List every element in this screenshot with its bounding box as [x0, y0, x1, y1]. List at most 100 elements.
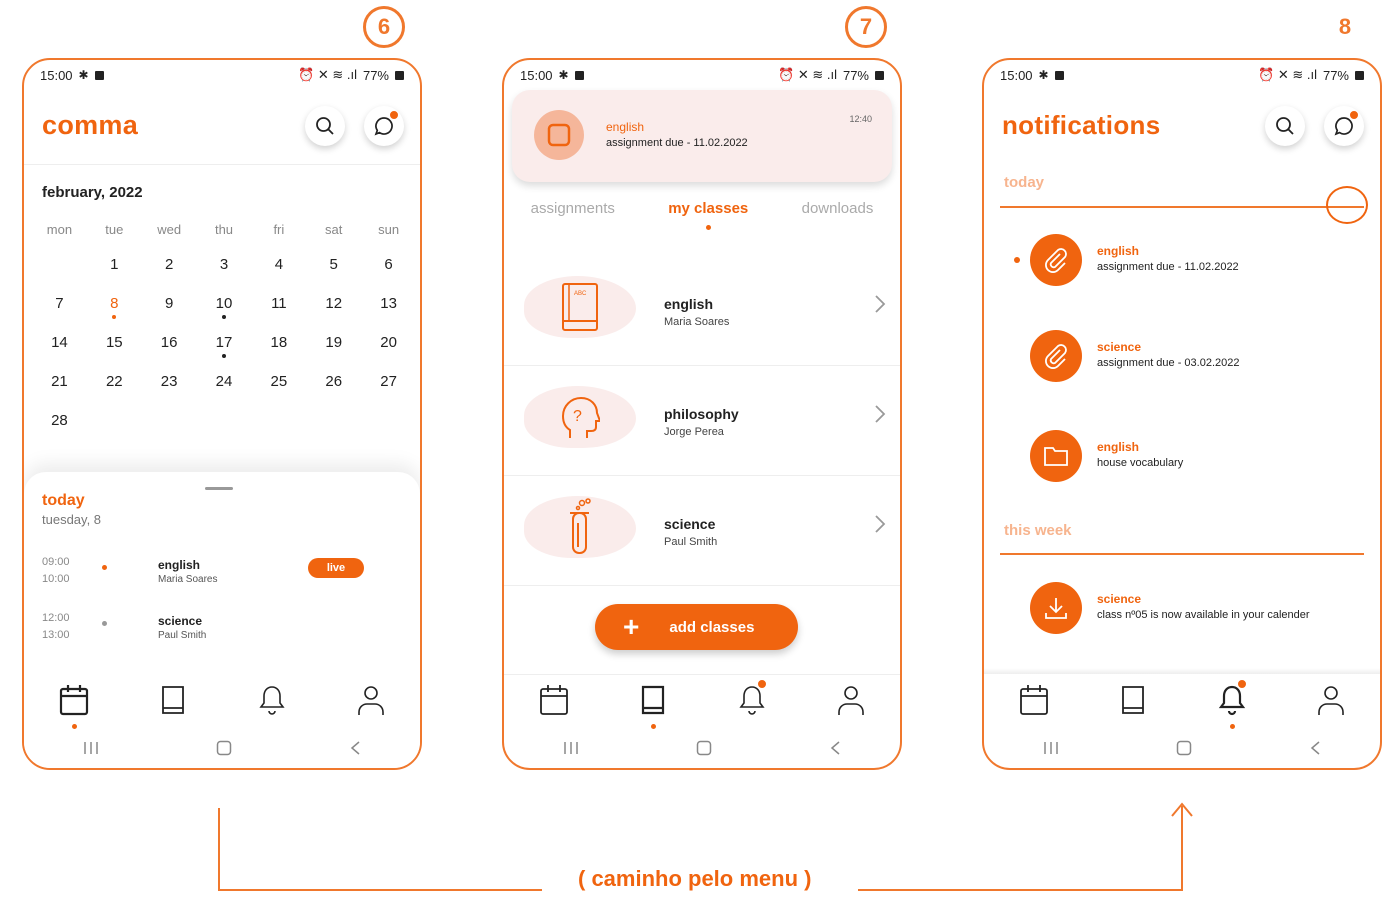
- calendar-day[interactable]: 6: [361, 256, 416, 295]
- calendar-day[interactable]: 12: [306, 295, 361, 334]
- nav-notifications[interactable]: [249, 677, 295, 723]
- paperclip-icon: [1045, 248, 1067, 273]
- nav-profile[interactable]: [1308, 677, 1354, 723]
- class-name: english: [664, 296, 714, 312]
- tab-my-classes[interactable]: my classes: [668, 200, 748, 230]
- calendar-day[interactable]: 15: [87, 334, 142, 373]
- calendar-day[interactable]: 13: [361, 295, 416, 334]
- calendar-day[interactable]: 14: [32, 334, 87, 373]
- battery-icon: [395, 70, 404, 80]
- system-nav: [24, 732, 420, 764]
- back-icon[interactable]: [829, 740, 841, 756]
- back-icon[interactable]: [1309, 740, 1321, 756]
- nav-profile[interactable]: [828, 677, 874, 723]
- recent-apps-icon[interactable]: [563, 741, 579, 755]
- day-number: 10: [215, 295, 233, 312]
- chat-button[interactable]: [1324, 106, 1364, 146]
- weekday-label: fri: [273, 222, 285, 237]
- notification-square-icon: [574, 70, 584, 80]
- event-subject: science: [158, 614, 203, 628]
- chat-badge: [1349, 110, 1359, 120]
- calendar-day[interactable]: 11: [251, 295, 306, 334]
- calendar-day[interactable]: 19: [306, 334, 361, 373]
- plus-icon: +: [623, 611, 640, 642]
- calendar-day[interactable]: 9: [142, 295, 197, 334]
- search-icon: [1276, 117, 1294, 135]
- class-row-science[interactable]: science Paul Smith: [504, 476, 900, 586]
- calendar-day[interactable]: 27: [361, 373, 416, 412]
- calendar-day[interactable]: 3: [197, 256, 252, 295]
- nav-classes[interactable]: [150, 677, 196, 723]
- nav-classes[interactable]: [1110, 677, 1156, 723]
- calendar-day[interactable]: 24: [197, 373, 252, 412]
- calendar-day[interactable]: 10: [197, 295, 252, 334]
- phone-notifications-screen: 15:00 ✱ ⏰ ✕ ≋ .ıl 77% notifications today …: [982, 58, 1382, 770]
- search-button[interactable]: [1265, 106, 1305, 146]
- calendar-day[interactable]: 18: [251, 334, 306, 373]
- chat-button[interactable]: [364, 106, 404, 146]
- notification-subject: english: [1097, 440, 1140, 454]
- event-teacher: Maria Soares: [158, 574, 218, 585]
- notification-banner[interactable]: english assignment due - 11.02.2022 12:4…: [512, 90, 892, 182]
- calendar-day[interactable]: 25: [251, 373, 306, 412]
- search-button[interactable]: [305, 106, 345, 146]
- home-icon[interactable]: [216, 740, 232, 756]
- calendar-day-empty: [361, 412, 416, 451]
- add-classes-button[interactable]: + add classes: [595, 604, 798, 650]
- nav-calendar[interactable]: [1011, 677, 1057, 723]
- calendar-day[interactable]: 17: [197, 334, 252, 373]
- tab-downloads[interactable]: downloads: [802, 200, 874, 230]
- event-teacher: Paul Smith: [158, 630, 207, 641]
- calendar-day[interactable]: 21: [32, 373, 87, 412]
- class-row-philosophy[interactable]: ? philosophy Jorge Perea: [504, 366, 900, 476]
- calendar-day[interactable]: [32, 256, 87, 295]
- recent-apps-icon[interactable]: [1043, 741, 1059, 755]
- calendar-day[interactable]: 16: [142, 334, 197, 373]
- notification-item[interactable]: science class nº05 is now available in y…: [984, 582, 1380, 642]
- tab-assignments[interactable]: assignments: [531, 200, 615, 230]
- calendar-day[interactable]: 20: [361, 334, 416, 373]
- calendar-day[interactable]: 28: [32, 412, 87, 451]
- notification-item[interactable]: english house vocabulary: [984, 430, 1380, 490]
- calendar-day[interactable]: 22: [87, 373, 142, 412]
- home-icon[interactable]: [696, 740, 712, 756]
- calendar-day[interactable]: 5: [306, 256, 361, 295]
- calendar-day[interactable]: 2: [142, 256, 197, 295]
- step-number-7: 7: [845, 6, 887, 48]
- calendar-day[interactable]: 26: [306, 373, 361, 412]
- swipe-indicator-circle[interactable]: [1326, 186, 1368, 224]
- calendar-day-today[interactable]: 8: [87, 295, 142, 334]
- class-name: philosophy: [664, 406, 739, 422]
- live-badge-button[interactable]: live: [308, 558, 364, 578]
- event-item[interactable]: 09:00 10:00 english Maria Soares live: [42, 554, 402, 594]
- sheet-handle[interactable]: [205, 487, 233, 490]
- home-icon[interactable]: [1176, 740, 1192, 756]
- nav-notifications[interactable]: [1209, 677, 1255, 729]
- bottom-nav: [984, 674, 1380, 729]
- nav-notifications[interactable]: [729, 677, 775, 723]
- nav-calendar[interactable]: [531, 677, 577, 723]
- chevron-right-icon: [875, 405, 886, 423]
- calendar-day[interactable]: 4: [251, 256, 306, 295]
- status-time: 15:00: [1000, 67, 1033, 83]
- bell-icon: [258, 686, 285, 715]
- event-item[interactable]: 12:00 13:00 science Paul Smith: [42, 610, 402, 650]
- calendar-day-empty: [142, 412, 197, 451]
- calendar-day[interactable]: 1: [87, 256, 142, 295]
- user-icon: [357, 686, 384, 715]
- battery-text: 77%: [842, 67, 869, 83]
- recent-apps-icon[interactable]: [83, 741, 99, 755]
- class-icon-bg: ?: [524, 386, 636, 448]
- event-time: 12:00 13:00: [42, 610, 70, 644]
- calendar-day[interactable]: 23: [142, 373, 197, 412]
- notification-item[interactable]: english assignment due - 11.02.2022: [984, 234, 1380, 294]
- nav-calendar[interactable]: [51, 677, 97, 729]
- class-row-english[interactable]: ABC english Maria Soares: [504, 256, 900, 366]
- nav-profile[interactable]: [348, 677, 394, 723]
- nav-classes[interactable]: [630, 677, 676, 729]
- back-icon[interactable]: [349, 740, 361, 756]
- notification-item[interactable]: science assignment due - 03.02.2022: [984, 330, 1380, 390]
- event-dot: [222, 354, 226, 358]
- active-indicator: [650, 724, 656, 729]
- calendar-day[interactable]: 7: [32, 295, 87, 334]
